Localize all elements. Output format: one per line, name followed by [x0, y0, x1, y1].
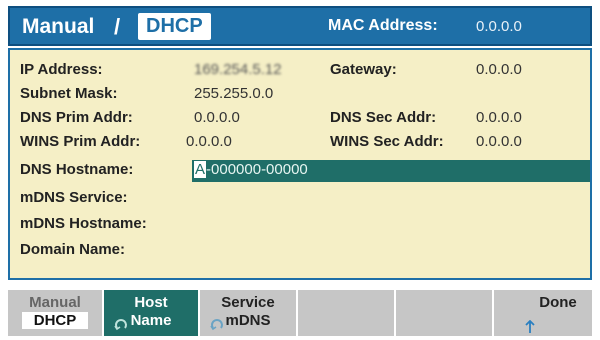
mac-address-value: 0.0.0.0: [476, 18, 522, 35]
softkey-done-label: Done: [539, 294, 577, 311]
subnet-mask-label: Subnet Mask:: [20, 85, 118, 102]
softkey-service-label: Service: [221, 294, 275, 311]
mode-label-manual: Manual: [22, 15, 95, 38]
gateway-label: Gateway:: [330, 61, 397, 78]
ip-address-value: 169.254.5.12: [194, 61, 282, 78]
wins-sec-label: WINS Sec Addr:: [330, 133, 444, 150]
dns-hostname-value-rest: -000000-00000: [206, 161, 308, 178]
softkey-blank-4[interactable]: [298, 290, 396, 336]
subnet-mask-value: 255.255.0.0: [194, 85, 274, 102]
header-bar: Manual / DHCP MAC Address: 0.0.0.0: [8, 6, 592, 46]
wins-sec-value: 0.0.0.0: [476, 133, 522, 150]
dns-sec-label: DNS Sec Addr:: [330, 109, 437, 126]
softkey-bar: Manual DHCP Host Name Service mDNS Done: [8, 290, 592, 336]
wins-prim-label: WINS Prim Addr:: [20, 133, 141, 150]
wins-prim-value: 0.0.0.0: [186, 133, 232, 150]
softkey-manual-dhcp[interactable]: Manual DHCP: [8, 290, 104, 336]
gateway-value: 0.0.0.0: [476, 61, 522, 78]
dns-sec-value: 0.0.0.0: [476, 109, 522, 126]
instrument-screen: Manual / DHCP MAC Address: 0.0.0.0 IP Ad…: [0, 0, 600, 340]
row-dns-hostname: DNS Hostname: A-000000-00000: [20, 158, 590, 182]
dns-hostname-value: A-000000-00000: [194, 158, 308, 182]
dns-prim-label: DNS Prim Addr:: [20, 109, 133, 126]
mode-separator: /: [114, 14, 121, 39]
up-arrow-icon: [525, 320, 535, 333]
softkey-host-label: Host: [134, 294, 168, 311]
softkey-blank-5[interactable]: [396, 290, 494, 336]
lan-settings-panel: IP Address: 169.254.5.12 Gateway: 0.0.0.…: [8, 48, 592, 280]
edit-cursor: A: [194, 161, 207, 178]
mac-address-label: MAC Address:: [328, 17, 438, 34]
ip-address-label: IP Address:: [20, 61, 103, 78]
domain-name-label: Domain Name:: [20, 241, 126, 258]
softkey-dhcp-label: DHCP: [22, 312, 88, 329]
knob-icon: [210, 319, 223, 331]
softkey-manual-label: Manual: [29, 294, 81, 311]
knob-icon: [114, 319, 127, 331]
mode-label-dhcp-selected: DHCP: [138, 13, 211, 40]
softkey-done[interactable]: Done: [494, 290, 592, 336]
softkey-host-name[interactable]: Host Name: [104, 290, 200, 336]
softkey-service-mdns[interactable]: Service mDNS: [200, 290, 298, 336]
dns-hostname-label: DNS Hostname:: [20, 161, 134, 178]
dns-prim-value: 0.0.0.0: [194, 109, 240, 126]
mdns-service-label: mDNS Service:: [20, 189, 128, 206]
mdns-hostname-label: mDNS Hostname:: [20, 215, 147, 232]
